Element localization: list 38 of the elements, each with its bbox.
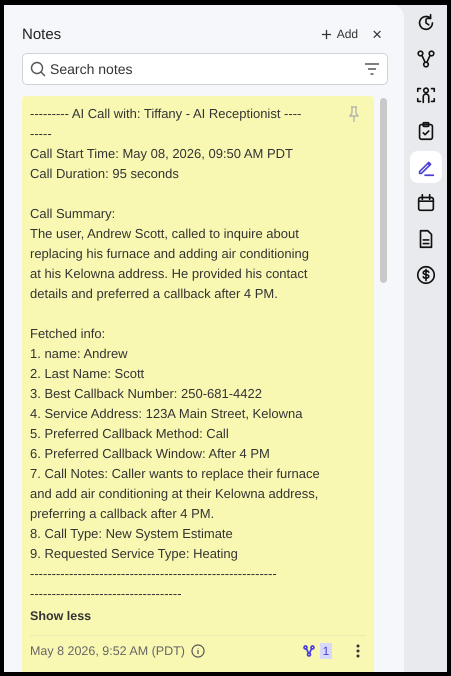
scrollbar-thumb[interactable] (380, 98, 388, 283)
note-line: at his Kelowna address. He provided his contact (30, 265, 308, 283)
note-line: Call Summary: (30, 205, 116, 223)
note-line: preferring a callback after 4 PM. (30, 505, 214, 523)
note-line: and add air conditioning at their Kelowna address, (30, 485, 318, 503)
note-line: details and preferred a callback after 4 PM. (30, 285, 278, 303)
search-icon (30, 61, 46, 77)
note-line: 2. Last Name: Scott (30, 365, 144, 383)
close-button[interactable]: × (372, 26, 388, 42)
link-count: 1 (320, 643, 332, 659)
notes-icon[interactable] (410, 151, 442, 183)
panel-title: Notes (22, 26, 62, 42)
note-line: --------- AI Call with: Tiffany - AI Receptionist ---- (30, 105, 302, 123)
info-icon[interactable] (190, 644, 205, 658)
plus-icon (320, 28, 332, 40)
note-line: 8. Call Type: New System Estimate (30, 525, 233, 543)
add-button[interactable]: Add (320, 27, 358, 41)
note-line: The user, Andrew Scott, called to inquire about (30, 225, 299, 243)
more-icon (356, 644, 360, 658)
note-line: 7. Call Notes: Caller wants to replace their furnace (30, 465, 320, 483)
note-timestamp: May 8 2026, 9:52 AM (PDT) (30, 644, 185, 658)
note-line: 6. Preferred Callback Window: After 4 PM (30, 445, 270, 463)
note-line: 1. name: Andrew (30, 345, 128, 363)
filter-icon[interactable] (365, 63, 379, 75)
note-line: --------------------------------------------------------- (30, 565, 277, 583)
note-line: 4. Service Address: 123A Main Street, Kelowna (30, 405, 302, 423)
note-line: ----------------------------------- (30, 585, 182, 603)
search-field[interactable]: Search notes (22, 53, 388, 85)
note-line: 5. Preferred Callback Method: Call (30, 425, 229, 443)
note-line: Fetched info: (30, 325, 106, 343)
graph-icon[interactable] (302, 644, 316, 658)
note-line: replacing his furnace and adding air conditioning (30, 245, 309, 263)
note-line: 9. Requested Service Type: Heating (30, 545, 238, 563)
note-line: ----- (30, 125, 52, 143)
note-line: 3. Best Callback Number: 250-681-4422 (30, 385, 262, 403)
note-line: Call Duration: 95 seconds (30, 165, 179, 183)
note-line: Call Start Time: May 08, 2026, 09:50 AM PDT (30, 145, 294, 163)
show-less-link[interactable]: Show less (30, 609, 92, 623)
